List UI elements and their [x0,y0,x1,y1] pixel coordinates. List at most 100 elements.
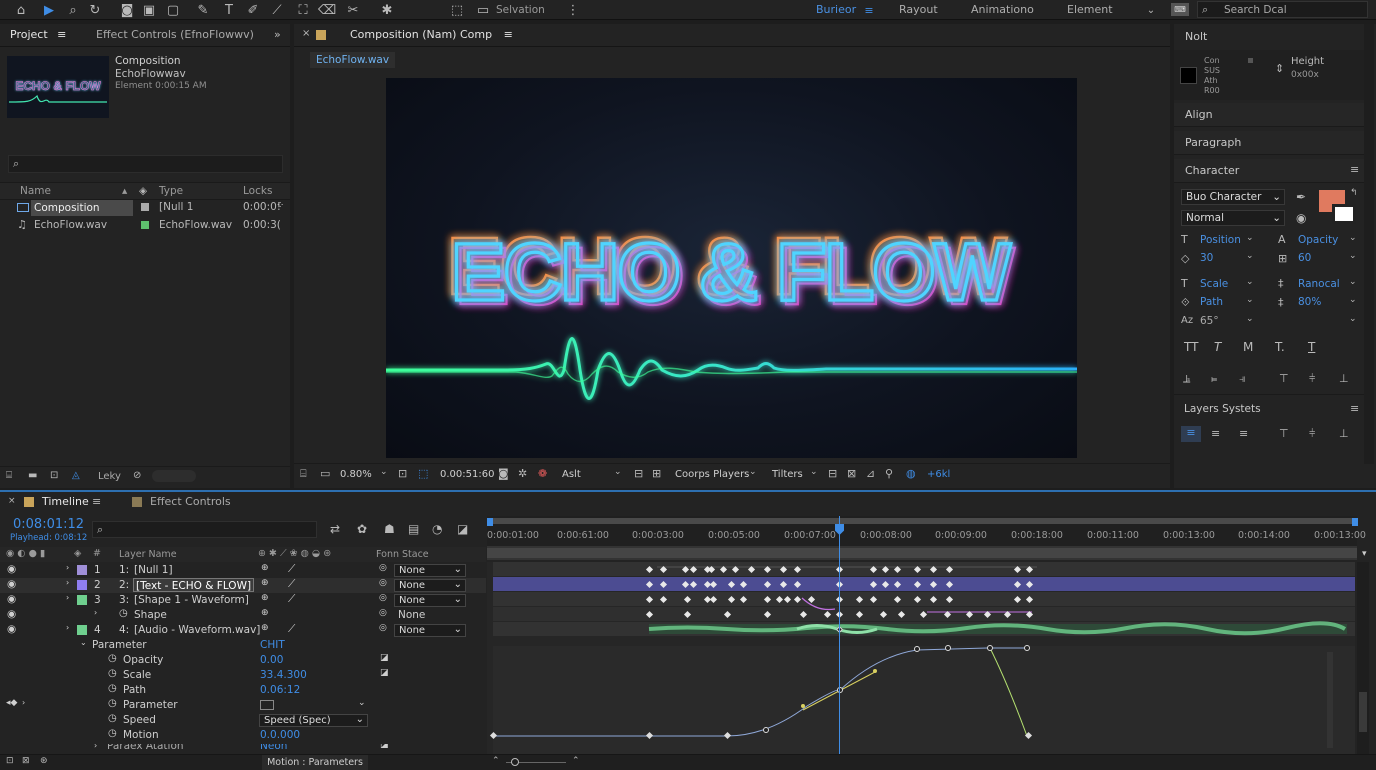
keyframe[interactable] [869,565,878,574]
keyframe[interactable] [779,580,788,589]
eyedropper-icon[interactable]: ✒ [1296,190,1306,204]
graph-handle[interactable] [945,645,951,651]
time-ruler[interactable]: 0:00:01:00 0:00:61:00 0:00:03:00 0:00:05:00… [487,516,1366,560]
keyframe[interactable] [855,595,864,604]
graph-editor-icon[interactable]: ◪ [457,522,468,536]
layer-name[interactable]: [Shape 1 - Waveform] [134,594,249,606]
visibility-icon[interactable]: ◉ [7,578,16,590]
all-caps-icon[interactable]: M [1243,340,1253,354]
zoom-tool-icon[interactable]: ⌕ [64,1,82,19]
home-icon[interactable]: ⌂ [12,1,30,19]
3d-view-icon[interactable]: ⊿ [866,467,875,480]
bezier-handle[interactable] [801,704,805,708]
property-row[interactable]: ◷ Opacity 0.00 ◪ [0,653,486,668]
keyframe[interactable] [983,610,992,619]
brush-tool-icon[interactable]: ✐ [244,1,262,19]
column-layer-name[interactable]: Layer Name [119,549,177,560]
exposure-reset-icon[interactable]: ◍ [906,467,916,480]
zoom-in-icon[interactable]: ⌃ [572,756,580,766]
chevron-down-icon[interactable]: ⌄ [1142,1,1160,19]
graph-handle[interactable] [837,687,843,693]
stopwatch-icon[interactable]: ◷ [108,698,117,709]
keyframe[interactable] [945,580,954,589]
align-bottom-icon[interactable]: ⊥ [1339,372,1349,385]
pen-tool-icon[interactable]: ✎ [194,1,212,19]
align-left-icon[interactable]: ⫡ [1183,372,1190,386]
snapshot-icon[interactable]: ◙ [498,467,509,480]
keyframe[interactable] [793,595,802,604]
keyframe[interactable] [645,610,654,619]
keyframe[interactable] [793,565,802,574]
section-align[interactable]: Align [1174,103,1364,127]
visibility-icon[interactable]: ◉ [1296,211,1306,225]
thumbnail-size-slider[interactable] [152,470,196,482]
chevron-right-icon[interactable]: › [22,698,25,707]
color-swatch[interactable] [1180,67,1197,84]
prop-value[interactable]: 65° [1200,315,1219,327]
font-select[interactable]: Buo Character ⌄ [1181,189,1285,205]
keyframe[interactable] [659,580,668,589]
visibility-icon[interactable]: ◉ [7,593,16,605]
indent-bottom-icon[interactable]: ⊥ [1339,427,1349,440]
chevron-down-icon[interactable]: ⌄ [810,467,818,477]
keyframe[interactable] [869,595,878,604]
faux-bold-icon[interactable]: TT [1184,340,1198,354]
keyframe[interactable] [881,580,890,589]
chevron-down-icon[interactable]: ⌄ [1349,314,1357,324]
show-snapshot-icon[interactable]: ✲ [518,467,527,480]
mask-tool-icon[interactable]: ▢ [164,1,182,19]
tab-project[interactable]: Project ≡ [10,24,66,46]
chevron-right-icon[interactable]: › [94,744,97,750]
keyframe[interactable] [929,595,938,604]
exposure-value[interactable]: +6kl [927,469,950,480]
chevron-down-icon[interactable]: ⌄ [749,467,757,477]
workspace-tab-3[interactable]: Animationo [971,3,1034,16]
flowchart-icon[interactable]: ⁘ [276,200,284,211]
layer-name[interactable]: [Null 1] [134,564,173,576]
keyframe[interactable] [707,565,716,574]
property-value[interactable]: Neon [260,744,287,752]
superscript-icon[interactable]: T. [1275,340,1285,354]
keyframe[interactable] [823,610,832,619]
clone-tool-icon[interactable]: ⟋ [268,1,286,19]
prop-label[interactable]: Path [1200,296,1223,308]
parent-pick-icon[interactable]: ◎ [379,578,387,588]
layer-name[interactable]: Shape [134,609,167,621]
shy-switch-icon[interactable]: ⊕ [261,563,269,573]
column-type[interactable]: Type [159,185,183,197]
justify-center-icon[interactable]: ≡ [1211,427,1220,440]
prop-label[interactable]: Scale [1200,278,1228,290]
keyframe[interactable] [739,595,748,604]
keyframe[interactable] [727,580,736,589]
chevron-right-icon[interactable]: › [66,578,69,587]
timeline-search-input[interactable]: ⌕ [92,521,317,538]
chevron-down-icon[interactable]: ⌄ [614,467,622,477]
expression-icon[interactable]: ◪ [380,653,389,663]
zoom-slider-thumb[interactable] [511,758,519,766]
tab-effect-controls[interactable]: Effect Controls (EfnoFlowwv) [96,24,254,46]
property-row[interactable]: ◂◆ › ◷ Parameter ⌄ [0,698,486,713]
chevron-down-icon[interactable]: ⌄ [1349,295,1357,305]
property-value[interactable]: 0.06:12 [260,684,300,696]
speed-select[interactable]: Speed (Spec) ⌄ [259,714,368,727]
label-swatch[interactable] [141,203,149,211]
tab-effect-controls[interactable]: Effect Controls [150,495,231,508]
keyframe[interactable] [965,610,974,619]
prop-value[interactable]: 60 [1298,252,1311,264]
panel-menu-icon[interactable]: ≡ [92,495,101,508]
workspace-tab-2[interactable]: Rayout [899,3,938,16]
selection-tool-icon[interactable]: ▶ [40,1,58,19]
parent-value[interactable]: None [398,609,425,621]
keyframe[interactable] [919,610,928,619]
graph-handle[interactable] [1024,645,1030,651]
keyframe[interactable] [659,565,668,574]
align-top-icon[interactable]: ⊤ [1279,372,1289,385]
property-row[interactable]: › Paraex Atation Neon ◪ [0,744,486,754]
section-paragraph[interactable]: Paragraph [1174,131,1364,155]
file-tab[interactable]: EchoFlow.wav [310,52,396,68]
channel-icon[interactable]: ❁ [538,467,547,480]
toggle-switches-icon[interactable]: ⊡ [6,756,14,766]
keyframes[interactable] [487,562,1355,754]
keyframe[interactable] [763,565,772,574]
keyframe[interactable] [945,565,954,574]
